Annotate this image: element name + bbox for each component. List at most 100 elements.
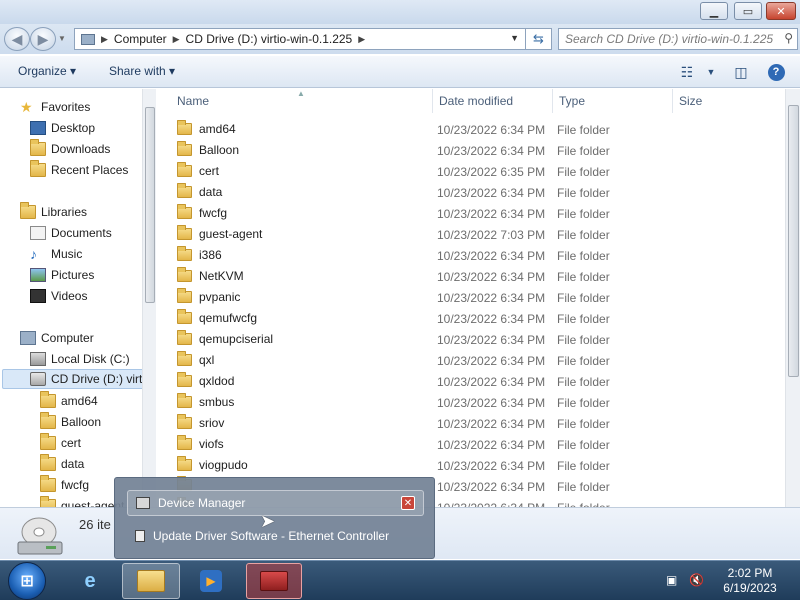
file-name: fwcfg — [199, 206, 228, 220]
nav-sub-folder[interactable]: data — [40, 454, 84, 474]
file-row[interactable]: smbus 10/23/2022 6:34 PM File folder — [157, 392, 785, 413]
file-row[interactable]: data 10/23/2022 6:34 PM File folder — [157, 182, 785, 203]
file-date: 10/23/2022 6:34 PM — [437, 207, 546, 221]
folder-icon — [177, 246, 192, 261]
file-row[interactable]: cert 10/23/2022 6:35 PM File folder — [157, 161, 785, 182]
downloads-folder-icon — [30, 139, 46, 156]
file-row[interactable]: i386 10/23/2022 6:34 PM File folder — [157, 245, 785, 266]
file-row[interactable]: qemupciserial 10/23/2022 6:34 PM File fold… — [157, 329, 785, 350]
file-name-cell: i386 — [177, 246, 222, 262]
windows-explorer-icon[interactable] — [122, 563, 180, 599]
folder-icon — [40, 496, 56, 507]
file-row[interactable]: qxl 10/23/2022 6:34 PM File folder — [157, 350, 785, 371]
file-name: NetKVM — [199, 269, 244, 283]
organize-button[interactable]: Organize ▾ — [18, 64, 76, 78]
internet-explorer-icon[interactable]: e — [68, 563, 112, 599]
volume-muted-icon[interactable]: 🔇 — [689, 573, 704, 587]
file-row[interactable]: pvpanic 10/23/2022 6:34 PM File folder — [157, 287, 785, 308]
folder-icon — [177, 309, 192, 324]
view-dropdown-icon[interactable]: ▼ — [700, 62, 722, 82]
file-name-cell: cert — [177, 162, 219, 178]
start-button[interactable]: ⊞ — [8, 562, 46, 600]
share-with-button[interactable]: Share with ▾ — [109, 64, 175, 78]
file-name: qemufwcfg — [199, 311, 258, 325]
star-icon: ★ — [20, 99, 33, 115]
file-row[interactable]: viogpudo 10/23/2022 6:34 PM File folder — [157, 455, 785, 476]
file-row[interactable]: Balloon 10/23/2022 6:34 PM File folder — [157, 140, 785, 161]
file-row[interactable]: sriov 10/23/2022 6:34 PM File folder — [157, 413, 785, 434]
file-name-cell: data — [177, 183, 222, 199]
nav-computer[interactable]: Computer — [20, 328, 94, 348]
file-row[interactable]: amd64 10/23/2022 6:34 PM File folder — [157, 119, 785, 140]
file-row[interactable]: viofs 10/23/2022 6:34 PM File folder — [157, 434, 785, 455]
column-type[interactable]: Type — [553, 89, 673, 113]
file-type: File folder — [557, 165, 610, 179]
file-row[interactable]: NetKVM 10/23/2022 6:34 PM File folder — [157, 266, 785, 287]
nav-sub-folder[interactable]: Balloon — [40, 412, 101, 432]
navigation-pane: ★ Favorites Desktop Downloads Recent Pla… — [0, 89, 156, 507]
nav-documents[interactable]: Documents — [30, 223, 112, 243]
file-row[interactable]: guest-agent 10/23/2022 7:03 PM File folder — [157, 224, 785, 245]
file-date: 10/23/2022 6:34 PM — [437, 438, 546, 452]
file-list-scroll-thumb[interactable] — [788, 105, 799, 377]
refresh-button[interactable]: ⇆ — [526, 28, 552, 50]
file-row[interactable]: qemufwcfg 10/23/2022 6:34 PM File folder — [157, 308, 785, 329]
address-dropdown-icon[interactable]: ▼ — [510, 33, 519, 43]
nav-pictures[interactable]: Pictures — [30, 265, 94, 285]
nav-music[interactable]: ♪ Music — [30, 244, 82, 264]
forward-button[interactable]: ▶ — [30, 27, 56, 51]
address-bar[interactable]: ▶ Computer ▶ CD Drive (D:) virtio-win-0.… — [74, 28, 526, 50]
help-icon[interactable]: ? — [765, 62, 787, 82]
search-input[interactable]: Search CD Drive (D:) virtio-win-0.1.225 … — [558, 28, 798, 50]
computer-icon — [20, 331, 36, 345]
clock-time: 2:02 PM — [727, 566, 773, 580]
media-player-icon[interactable]: ▶ — [186, 563, 236, 599]
folder-icon — [177, 330, 192, 345]
view-options-icon[interactable]: ☷ — [676, 62, 698, 82]
nav-favorites[interactable]: ★ Favorites — [20, 97, 90, 117]
recent-pages-chevron-icon[interactable]: ▼ — [58, 34, 66, 43]
device-manager-entry[interactable]: Device Manager ✕ — [127, 490, 424, 516]
close-popup-icon[interactable]: ✕ — [401, 496, 415, 510]
column-size[interactable]: Size — [673, 89, 785, 113]
nav-sub-folder[interactable]: guest-agent — [40, 496, 124, 507]
update-driver-entry[interactable]: Update Driver Software - Ethernet Contro… — [127, 523, 424, 549]
clock[interactable]: 2:02 PM 6/19/2023 — [712, 566, 788, 596]
nav-sub-folder[interactable]: amd64 — [40, 391, 98, 411]
nav-sub-folder[interactable]: cert — [40, 433, 81, 453]
column-date-modified[interactable]: Date modified — [433, 89, 553, 113]
nav-recent-places[interactable]: Recent Places — [30, 160, 128, 180]
nav-local-disk[interactable]: Local Disk (C:) — [30, 349, 130, 369]
minimize-button[interactable]: ▁ — [700, 2, 728, 20]
nav-cd-drive[interactable]: CD Drive (D:) virt — [2, 369, 154, 389]
file-list-scrollbar[interactable] — [785, 89, 800, 507]
breadcrumb-separator-icon: ▶ — [101, 33, 108, 44]
file-type: File folder — [557, 270, 610, 284]
nav-videos[interactable]: Videos — [30, 286, 87, 306]
file-row[interactable]: qxldod 10/23/2022 6:34 PM File folder — [157, 371, 785, 392]
file-date: 10/23/2022 6:34 PM — [437, 459, 546, 473]
close-button[interactable]: ✕ — [766, 2, 796, 20]
nav-label: Pictures — [51, 268, 95, 282]
file-type: File folder — [557, 438, 610, 452]
breadcrumb-cd-drive[interactable]: CD Drive (D:) virtio-win-0.1.225 — [186, 32, 353, 46]
file-type: File folder — [557, 459, 610, 473]
breadcrumb-computer[interactable]: Computer — [114, 32, 167, 46]
preview-pane-icon[interactable]: ◫ — [730, 62, 752, 82]
nav-scroll-thumb[interactable] — [145, 107, 155, 303]
nav-scrollbar[interactable] — [142, 89, 156, 507]
nav-downloads[interactable]: Downloads — [30, 139, 110, 159]
network-icon[interactable]: ▣ — [666, 573, 677, 587]
nav-sub-folder[interactable]: fwcfg — [40, 475, 89, 495]
back-button[interactable]: ◀ — [4, 27, 30, 51]
maximize-button[interactable]: ▭ — [734, 2, 762, 20]
clock-date: 6/19/2023 — [723, 581, 777, 595]
nav-desktop[interactable]: Desktop — [30, 118, 95, 138]
device-manager-taskbar-icon[interactable] — [246, 563, 302, 599]
file-date: 10/23/2022 6:34 PM — [437, 417, 546, 431]
file-row[interactable]: fwcfg 10/23/2022 6:34 PM File folder — [157, 203, 785, 224]
nav-libraries[interactable]: Libraries — [20, 202, 87, 222]
column-name[interactable]: Name — [171, 89, 433, 113]
videos-icon — [30, 289, 46, 303]
folder-icon — [177, 183, 192, 198]
